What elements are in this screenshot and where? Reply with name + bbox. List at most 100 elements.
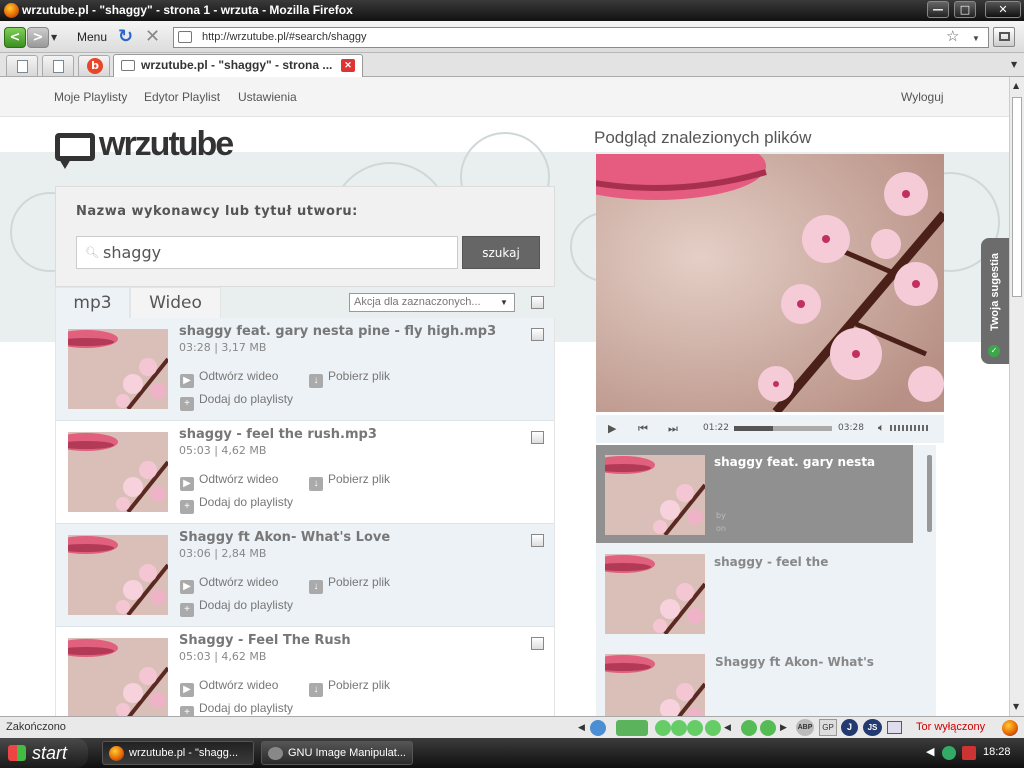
- stop-icon[interactable]: ✕: [145, 26, 160, 47]
- search-input[interactable]: 🔍︎ shaggy: [76, 236, 458, 269]
- java-icon[interactable]: J: [841, 719, 858, 736]
- addon-circle-1-icon[interactable]: [655, 720, 671, 736]
- download-action[interactable]: ↓ Pobierz plik: [309, 678, 390, 697]
- addon-bar-left-arrow-icon[interactable]: ◀: [578, 717, 585, 738]
- url-text[interactable]: http://wrzutube.pl/#search/shaggy: [202, 28, 366, 47]
- tab-pinned-site[interactable]: b: [78, 55, 110, 76]
- tab-wideo[interactable]: Wideo: [130, 287, 221, 318]
- result-row[interactable]: Shaggy ft Akon- What's Love 03:06 | 2,84…: [56, 524, 554, 627]
- minimize-button[interactable]: —: [927, 1, 949, 18]
- reload-icon[interactable]: ↻: [118, 26, 133, 47]
- forward-button[interactable]: >: [27, 27, 49, 48]
- select-all-checkbox[interactable]: [531, 296, 544, 309]
- gp-icon[interactable]: GP: [819, 719, 837, 736]
- row-checkbox[interactable]: [531, 328, 544, 341]
- result-thumbnail[interactable]: [68, 432, 168, 512]
- tab-blank-2[interactable]: [42, 55, 74, 76]
- url-bar[interactable]: http://wrzutube.pl/#search/shaggy ☆ ▼: [173, 27, 989, 48]
- maximize-button[interactable]: □: [954, 1, 976, 18]
- tab-overview-icon[interactable]: [993, 27, 1015, 47]
- tray-security-icon[interactable]: [962, 746, 976, 760]
- result-title[interactable]: shaggy feat. gary nesta pine - fly high.…: [179, 324, 496, 339]
- result-title[interactable]: Shaggy ft Akon- What's Love: [179, 530, 390, 545]
- playlist-scrollbar[interactable]: [927, 455, 932, 532]
- tor-status[interactable]: Tor wyłączony: [916, 717, 985, 738]
- menu-button[interactable]: Menu: [77, 30, 107, 44]
- add-to-playlist-action[interactable]: + Dodaj do playlisty: [180, 598, 293, 617]
- addon-circle-3-icon[interactable]: [687, 720, 703, 736]
- tab-mp3[interactable]: mp3: [55, 287, 130, 318]
- addon-right-arrow-icon[interactable]: ▶: [780, 717, 787, 738]
- addon-globe-icon[interactable]: [590, 720, 606, 736]
- tab-list-dropdown-icon[interactable]: ▼: [1011, 60, 1017, 69]
- next-button[interactable]: ⏭: [668, 422, 678, 436]
- result-row[interactable]: shaggy - feel the rush.mp3 05:03 | 4,62 …: [56, 421, 554, 524]
- playlist-item[interactable]: shaggy - feel the: [596, 543, 913, 641]
- logout-link[interactable]: Wyloguj: [901, 90, 944, 104]
- tray-expand-icon[interactable]: ◀: [926, 745, 934, 758]
- addon-download-icon[interactable]: [616, 720, 648, 736]
- row-checkbox[interactable]: [531, 637, 544, 650]
- result-row[interactable]: shaggy feat. gary nesta pine - fly high.…: [56, 318, 554, 421]
- playlist-item[interactable]: Shaggy ft Akon- What's: [596, 643, 913, 716]
- play-video-action[interactable]: ▶ Odtwórz wideo: [180, 369, 278, 388]
- nav-ustawienia[interactable]: Ustawienia: [238, 90, 297, 104]
- addon-circle-4-icon[interactable]: [705, 720, 721, 736]
- bulk-action-select[interactable]: Akcja dla zaznaczonych... ▼: [349, 293, 515, 312]
- add-to-playlist-action[interactable]: + Dodaj do playlisty: [180, 701, 293, 716]
- result-thumbnail[interactable]: [68, 329, 168, 409]
- tray-network-icon[interactable]: [942, 746, 956, 760]
- result-title[interactable]: shaggy - feel the rush.mp3: [179, 427, 377, 442]
- play-button[interactable]: ▶: [608, 422, 616, 435]
- download-action[interactable]: ↓ Pobierz plik: [309, 472, 390, 491]
- play-video-action[interactable]: ▶ Odtwórz wideo: [180, 575, 278, 594]
- download-action[interactable]: ↓ Pobierz plik: [309, 575, 390, 594]
- back-button[interactable]: <: [4, 27, 26, 48]
- tab-close-icon[interactable]: ✕: [341, 59, 355, 72]
- result-thumbnail[interactable]: [68, 638, 168, 716]
- tab-blank-1[interactable]: [6, 55, 38, 76]
- close-window-button[interactable]: ✕: [985, 1, 1021, 18]
- taskbar-gimp[interactable]: GNU Image Manipulat...: [261, 741, 413, 765]
- row-checkbox[interactable]: [531, 534, 544, 547]
- add-to-playlist-action[interactable]: + Dodaj do playlisty: [180, 392, 293, 411]
- window-icon[interactable]: [887, 721, 902, 734]
- search-button[interactable]: szukaj: [462, 236, 540, 269]
- scroll-up-icon[interactable]: ▲: [1013, 81, 1019, 90]
- page-scrollbar[interactable]: ▲ ▼: [1009, 77, 1024, 716]
- scroll-thumb[interactable]: [1012, 97, 1022, 297]
- seek-bar[interactable]: [734, 426, 832, 431]
- download-action[interactable]: ↓ Pobierz plik: [309, 369, 390, 388]
- play-video-action[interactable]: ▶ Odtwórz wideo: [180, 472, 278, 491]
- javascript-icon[interactable]: JS: [863, 719, 882, 736]
- volume-slider[interactable]: [890, 425, 930, 431]
- search-query[interactable]: shaggy: [103, 243, 161, 262]
- addon-refresh-icon[interactable]: [741, 720, 757, 736]
- result-thumbnail[interactable]: [68, 535, 168, 615]
- history-dropdown-icon[interactable]: ▼: [51, 33, 57, 42]
- site-identity-icon[interactable]: [178, 31, 192, 43]
- previous-button[interactable]: ⏮: [638, 422, 648, 436]
- start-button[interactable]: start: [0, 738, 88, 768]
- nav-edytor-playlist[interactable]: Edytor Playlist: [144, 90, 220, 104]
- suggestion-tab[interactable]: ✓ Twoja sugestia: [981, 238, 1009, 364]
- addon-circle-2-icon[interactable]: [671, 720, 687, 736]
- result-title[interactable]: Shaggy - Feel The Rush: [179, 633, 351, 648]
- volume-icon[interactable]: 🔈︎: [878, 421, 885, 435]
- bookmark-star-icon[interactable]: ☆: [946, 27, 959, 46]
- firefox-status-icon[interactable]: [1002, 720, 1018, 736]
- add-to-playlist-action[interactable]: + Dodaj do playlisty: [180, 495, 293, 514]
- row-checkbox[interactable]: [531, 431, 544, 444]
- playlist-item-active[interactable]: shaggy feat. gary nesta by on: [596, 445, 913, 543]
- addon-left-arrow-icon[interactable]: ◀: [724, 717, 731, 738]
- adblock-icon[interactable]: ABP: [796, 719, 814, 736]
- url-dropdown-icon[interactable]: ▼: [972, 29, 980, 48]
- addon-sync-icon[interactable]: [760, 720, 776, 736]
- taskbar-firefox[interactable]: wrzutube.pl - "shagg...: [102, 741, 254, 765]
- wrzutube-logo[interactable]: wrzutube: [55, 125, 250, 173]
- scroll-down-icon[interactable]: ▼: [1013, 702, 1019, 711]
- result-row[interactable]: Shaggy - Feel The Rush 05:03 | 4,62 MB ▶…: [56, 627, 554, 716]
- tab-active[interactable]: wrzutube.pl - "shaggy" - strona ... ✕: [113, 54, 363, 77]
- nav-moje-playlisty[interactable]: Moje Playlisty: [54, 90, 127, 104]
- video-preview[interactable]: [596, 154, 944, 412]
